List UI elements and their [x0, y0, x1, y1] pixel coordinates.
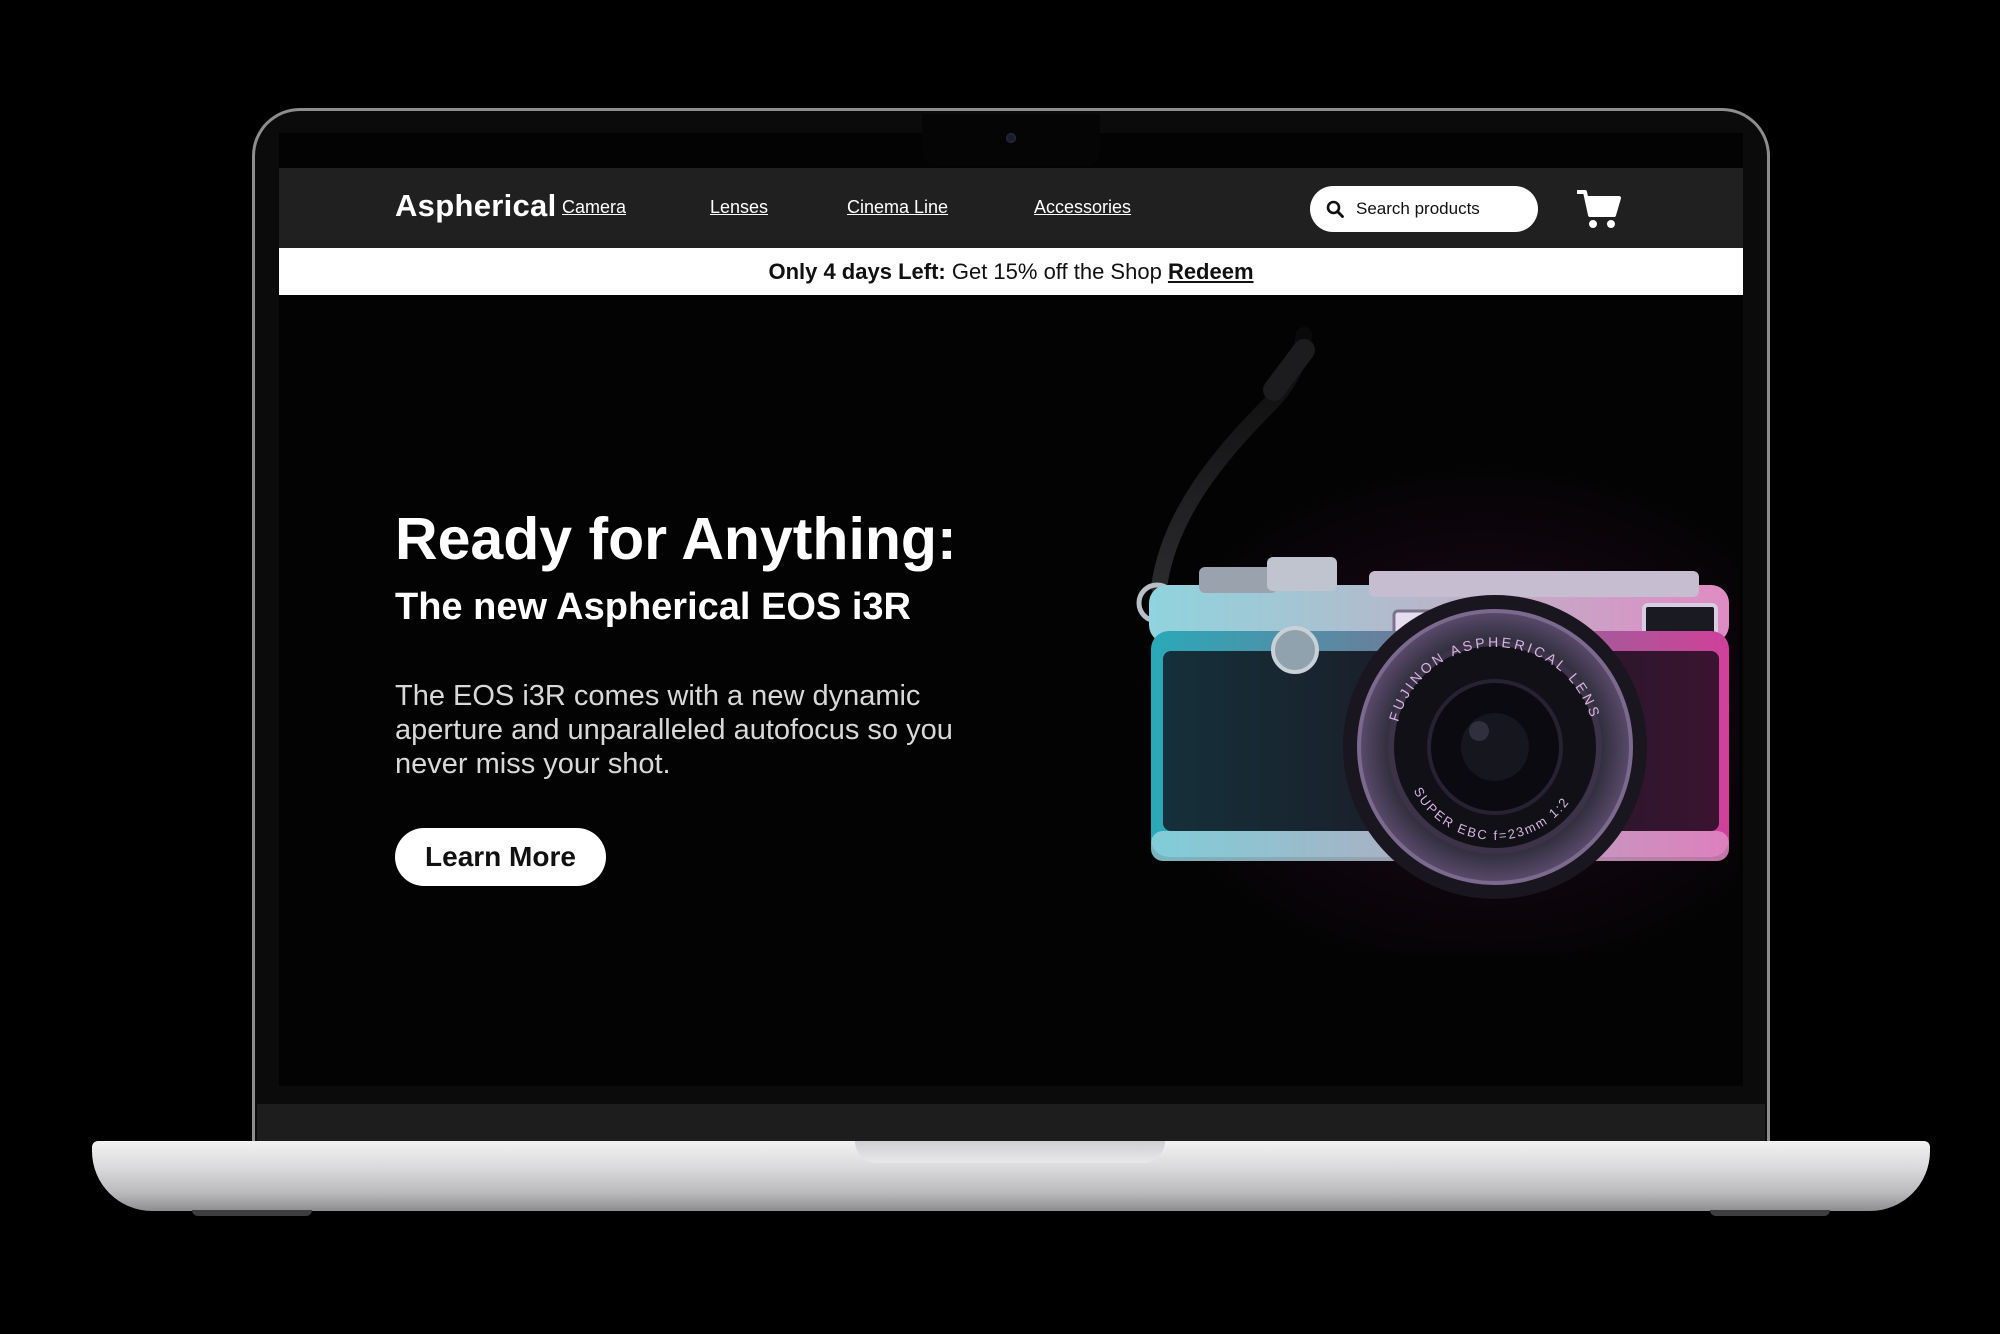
- laptop-mockup: Aspherical Camera Lenses Cinema Line Acc…: [0, 0, 2000, 1334]
- promo-banner: Only 4 days Left: Get 15% off the Shop R…: [279, 248, 1743, 295]
- hero-description: The EOS i3R comes with a new dynamic ape…: [395, 680, 953, 780]
- search-input[interactable]: [1354, 198, 1528, 220]
- nav-cinema-line[interactable]: Cinema Line: [847, 197, 948, 218]
- laptop-screen: Aspherical Camera Lenses Cinema Line Acc…: [279, 133, 1743, 1086]
- laptop-hinge: [257, 1104, 1765, 1142]
- search-bar[interactable]: [1310, 186, 1538, 232]
- webcam-icon: [1006, 133, 1016, 143]
- hero-subtitle: The new Aspherical EOS i3R: [395, 586, 911, 628]
- promo-text: Get 15% off the Shop: [945, 259, 1168, 284]
- camera-product-image: FUJINON ASPHERICAL LENS SUPER EBC f=23mm…: [1136, 327, 1729, 899]
- nav-accessories[interactable]: Accessories: [1034, 197, 1131, 218]
- laptop-foot-left: [192, 1210, 312, 1216]
- learn-more-button[interactable]: Learn More: [395, 828, 606, 886]
- laptop-thumb-notch: [855, 1141, 1165, 1163]
- hero-title: Ready for Anything:: [395, 506, 957, 572]
- site-header: Aspherical Camera Lenses Cinema Line Acc…: [279, 168, 1743, 248]
- brand-logo[interactable]: Aspherical: [395, 188, 557, 224]
- redeem-link[interactable]: Redeem: [1168, 259, 1254, 284]
- nav-camera[interactable]: Camera: [562, 197, 626, 218]
- cart-icon[interactable]: [1577, 188, 1621, 230]
- nav-lenses[interactable]: Lenses: [710, 197, 768, 218]
- search-icon: [1326, 200, 1344, 218]
- promo-highlight: Only 4 days Left:: [768, 259, 946, 284]
- laptop-foot-right: [1710, 1210, 1830, 1216]
